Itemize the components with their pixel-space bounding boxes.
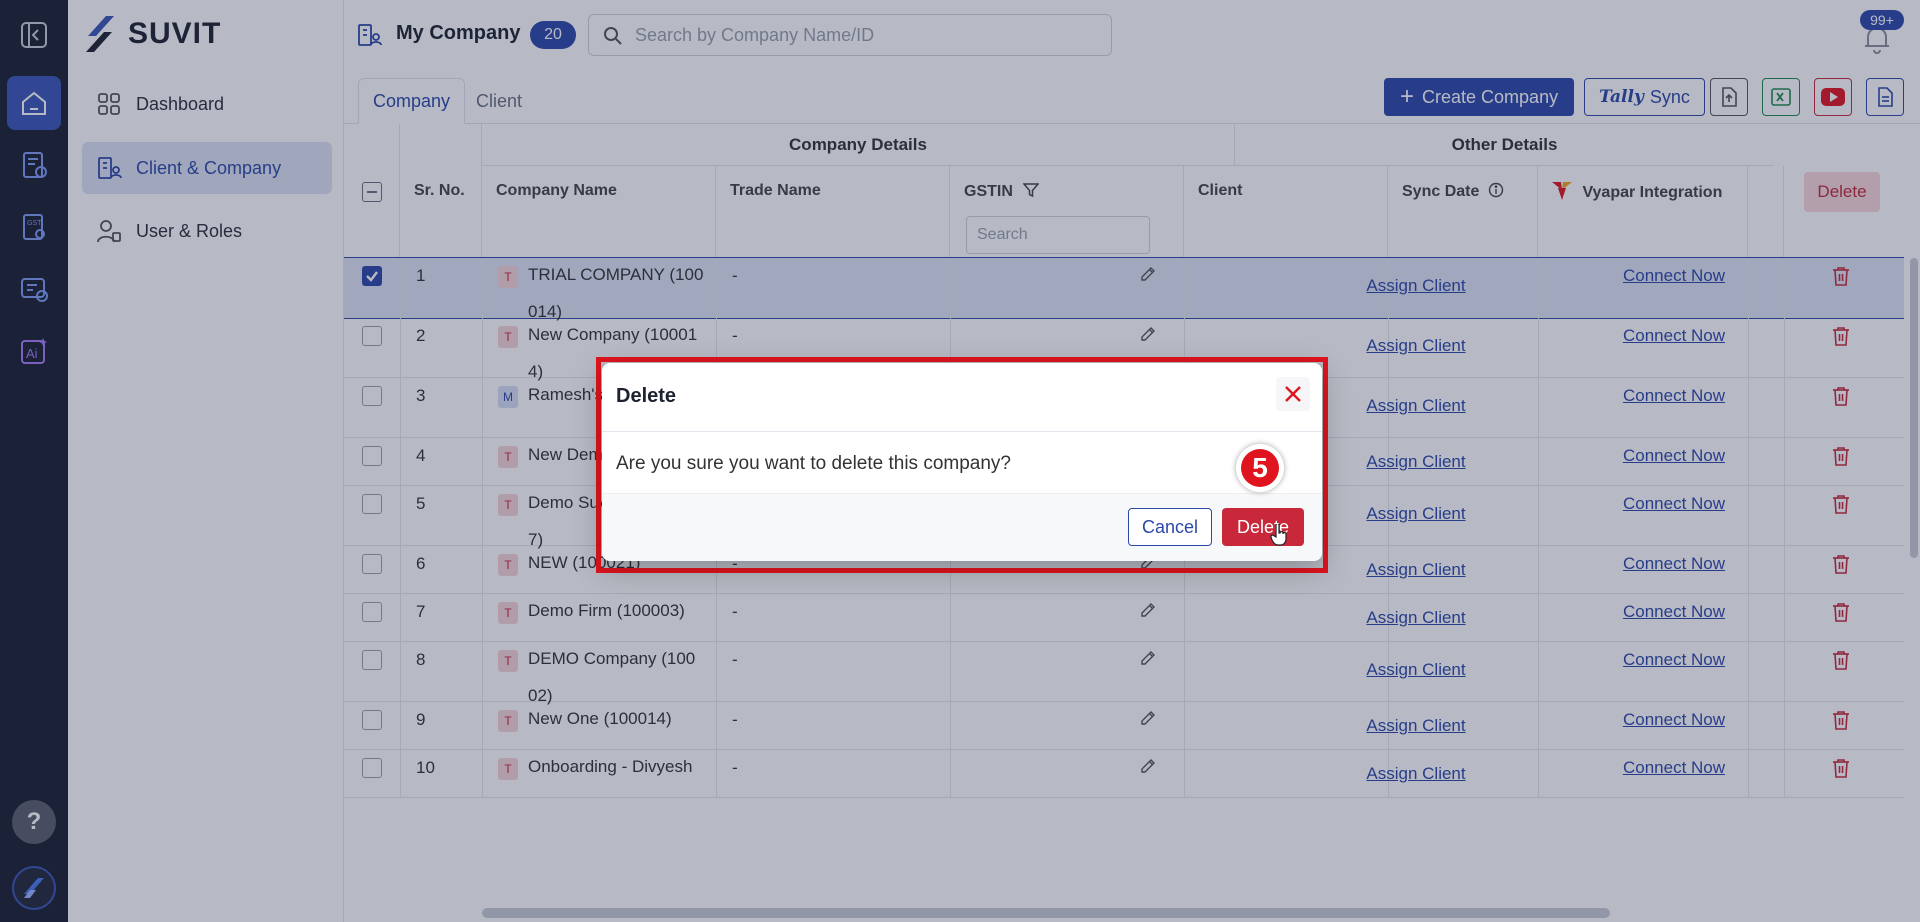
- modal-footer: [602, 493, 1322, 561]
- step-number: 5: [1241, 449, 1279, 487]
- hand-cursor-icon: [1270, 524, 1287, 546]
- delete-confirm-modal: Delete Are you sure you want to delete t…: [602, 363, 1322, 561]
- modal-message: Are you sure you want to delete this com…: [616, 453, 1012, 474]
- close-icon: [1285, 386, 1301, 402]
- tutorial-step-marker: 5: [1236, 444, 1284, 492]
- app-root: GST Ai ? SUVIT Dashboard Client & Compan…: [0, 0, 1920, 922]
- modal-title: Delete: [616, 385, 677, 407]
- modal-close-button[interactable]: [1276, 377, 1310, 411]
- modal-delete-button[interactable]: Delete: [1222, 508, 1304, 546]
- modal-divider: [602, 431, 1322, 432]
- modal-cancel-button[interactable]: Cancel: [1128, 508, 1212, 546]
